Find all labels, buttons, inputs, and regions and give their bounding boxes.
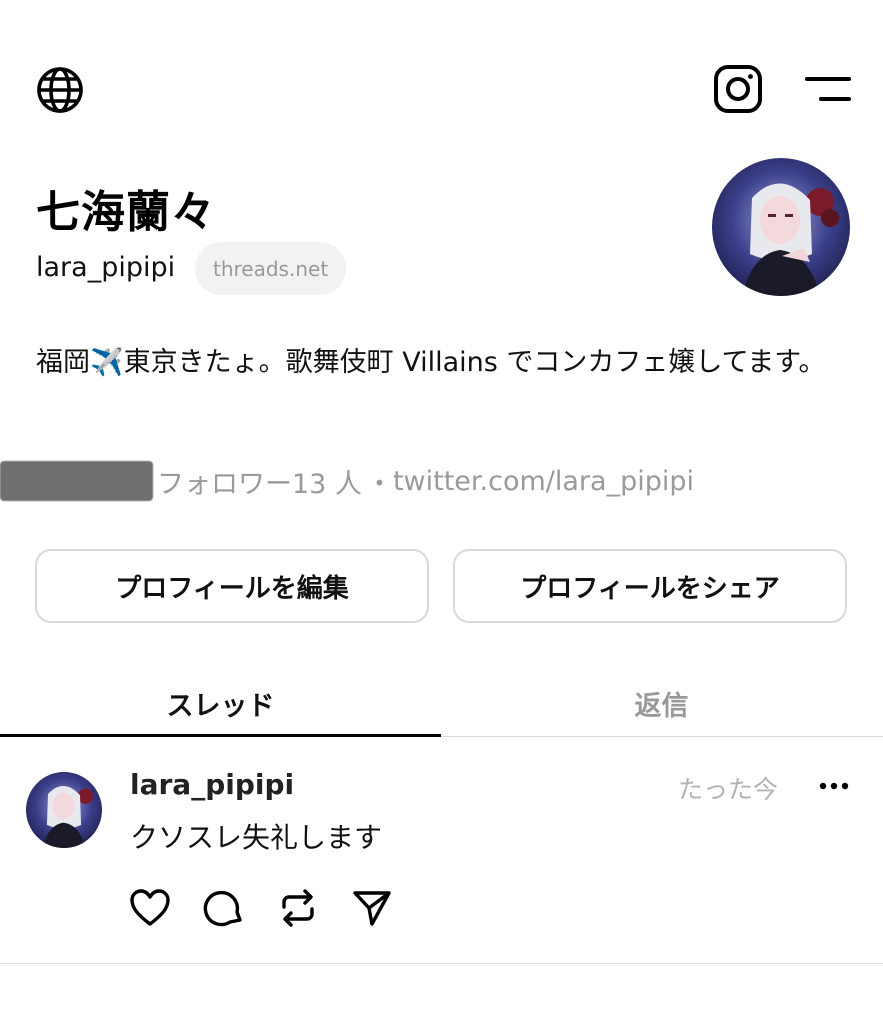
post-timestamp: たった今	[678, 775, 779, 804]
repost-icon[interactable]	[276, 886, 320, 930]
bio: 福岡✈️東京きたょ。歌舞伎町 Villains でコンカフェ嬢してます。	[36, 338, 856, 388]
heart-icon[interactable]	[128, 886, 172, 930]
tab-replies[interactable]: 返信	[441, 672, 882, 734]
meta-separator: ・	[365, 468, 393, 500]
post-divider	[0, 963, 883, 964]
globe-icon[interactable]	[36, 66, 84, 114]
bio-text-end: 東京きたょ。歌舞伎町 Villains でコンカフェ嬢してます。	[123, 347, 826, 378]
meta-row: フォロワー13 人 ・ twitter.com/lara_pipipi	[0, 460, 694, 502]
edit-profile-button[interactable]: プロフィールを編集	[35, 549, 429, 623]
followers-count[interactable]: フォロワー13 人	[157, 462, 362, 501]
post-actions	[128, 886, 394, 930]
send-icon[interactable]	[350, 886, 394, 930]
airplane-emoji: ✈️	[90, 347, 124, 378]
comment-icon[interactable]	[202, 886, 246, 930]
username: lara_pipipi	[36, 252, 176, 283]
menu-icon[interactable]	[805, 74, 851, 104]
profile-link[interactable]: twitter.com/lara_pipipi	[393, 466, 694, 497]
domain-chip[interactable]: threads.net	[195, 242, 347, 295]
post-text: クソスレ失礼します	[130, 821, 383, 854]
avatar[interactable]	[712, 158, 850, 296]
tab-active-indicator	[0, 734, 441, 737]
post-username[interactable]: lara_pipipi	[130, 768, 294, 801]
tab-divider	[441, 736, 883, 737]
bio-text-start: 福岡	[36, 347, 90, 378]
display-name: 七海蘭々	[36, 187, 216, 238]
more-options-icon[interactable]	[818, 770, 850, 802]
redacted-block	[0, 461, 153, 501]
post-avatar[interactable]	[26, 772, 102, 848]
share-profile-button[interactable]: プロフィールをシェア	[453, 549, 847, 623]
instagram-icon[interactable]	[713, 64, 763, 114]
tab-threads[interactable]: スレッド	[0, 672, 441, 734]
